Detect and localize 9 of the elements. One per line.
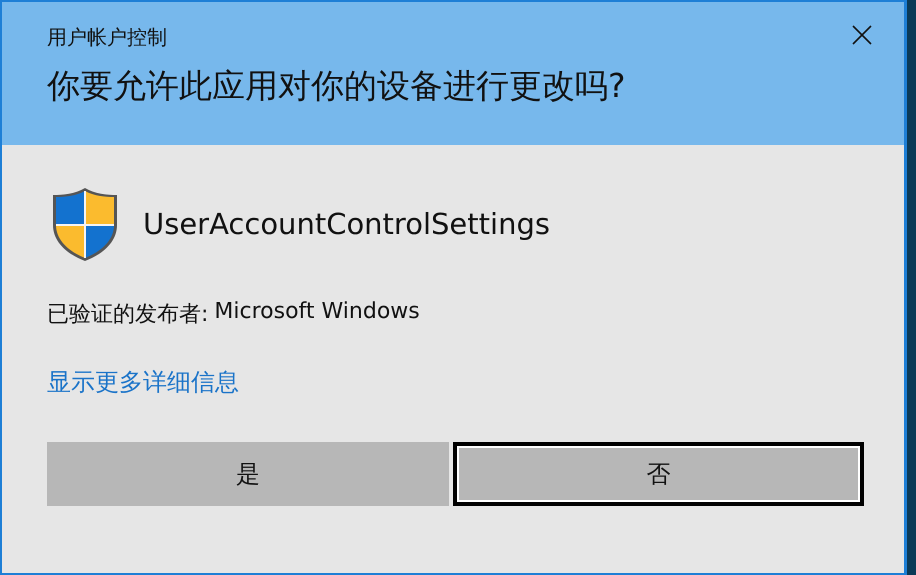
publisher-name: Microsoft Windows (214, 299, 420, 326)
window-title: 用户帐户控制 (47, 24, 167, 50)
dialog-question: 你要允许此应用对你的设备进行更改吗? (47, 65, 627, 107)
close-icon (852, 25, 872, 45)
dialog-button[interactable]: 是 (47, 442, 448, 506)
app-name: UserAccountControlSettings (143, 207, 550, 241)
publisher-label: 已验证的发布者: (47, 301, 208, 329)
details-link[interactable]: 显示更多详细信息 (47, 366, 239, 398)
dialog-button[interactable]: 否 (452, 442, 864, 506)
